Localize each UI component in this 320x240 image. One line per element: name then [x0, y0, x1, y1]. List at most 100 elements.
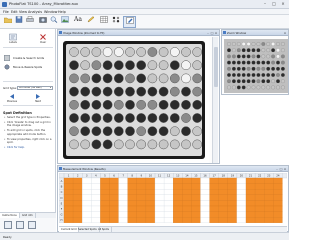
plate-well — [169, 139, 180, 150]
save-button[interactable] — [14, 16, 24, 28]
overview-well — [236, 85, 241, 90]
table-cell — [236, 205, 247, 212]
zoom-icon — [50, 16, 58, 23]
overview-well — [227, 60, 231, 65]
table-cell — [236, 194, 247, 201]
measurement-table[interactable]: 1 2 3 4 5 6 7 8 9 10 11 12 13 14 15 16 17 18 19 20 21 22 23 24 A… — [59, 173, 287, 225]
table-cell — [118, 205, 128, 212]
close-icon[interactable]: × — [283, 30, 287, 36]
edit-image-button[interactable] — [123, 16, 136, 28]
table-cell — [82, 217, 92, 223]
left-panel: Labels Clear Create & Search Grids Move … — [0, 29, 56, 232]
spot-icon — [112, 16, 120, 23]
view-chart-icon[interactable] — [28, 221, 36, 229]
overview-well — [251, 60, 256, 65]
annotate-button[interactable] — [86, 16, 96, 28]
table-cell — [109, 183, 119, 190]
plate-well — [147, 86, 158, 97]
table-cell — [127, 194, 137, 201]
open-folder-icon — [4, 17, 12, 23]
table-cell — [173, 200, 183, 207]
plate-well — [136, 73, 147, 84]
column-header-label: 10 — [149, 174, 153, 178]
plate-well — [69, 60, 79, 71]
table-cell — [264, 217, 274, 223]
close-icon[interactable]: × — [214, 30, 218, 36]
plate-well — [158, 73, 169, 84]
table-cell — [127, 189, 137, 195]
table-cell — [191, 200, 201, 207]
close-button[interactable]: × — [279, 1, 287, 7]
table-cell — [218, 211, 228, 218]
zoom-button[interactable] — [49, 16, 59, 28]
plate-well — [136, 113, 147, 123]
table-cell — [254, 205, 265, 212]
labels-button[interactable]: Labels — [6, 33, 20, 44]
table-cell — [91, 177, 101, 184]
table-cell — [182, 200, 192, 207]
help-link[interactable]: Click for help. — [3, 146, 53, 150]
plate-well — [147, 47, 158, 57]
plate-well — [192, 47, 203, 57]
divider — [3, 81, 53, 82]
grid-type-select[interactable]: Microtiter (96 well) ▾ — [17, 86, 53, 90]
open-button[interactable] — [3, 16, 13, 28]
overview-well — [231, 42, 236, 46]
next-button[interactable]: Next — [30, 93, 46, 103]
image-button[interactable] — [60, 16, 70, 28]
table-cell — [191, 183, 201, 190]
plate-well — [169, 126, 180, 137]
view-table-icon[interactable] — [16, 221, 24, 229]
plate-well — [80, 60, 91, 71]
plate-well — [91, 47, 102, 57]
text-button[interactable]: Aa — [72, 16, 84, 28]
table-cell — [264, 189, 274, 195]
table-cell — [173, 211, 183, 218]
minimize-button[interactable]: – — [261, 1, 269, 7]
overview-well — [256, 42, 261, 46]
next-icon — [36, 94, 40, 99]
table-cell — [127, 211, 137, 218]
view-list-icon[interactable] — [4, 221, 12, 229]
plate-well — [80, 47, 91, 57]
column-header-label: 17 — [212, 174, 216, 178]
table-cell — [136, 200, 147, 207]
close-icon[interactable]: × — [283, 166, 287, 172]
grid-button[interactable] — [99, 16, 109, 28]
overview-well — [227, 73, 231, 77]
overview-well — [241, 73, 246, 77]
previous-button[interactable]: Previous — [4, 93, 20, 103]
image-scrollbar[interactable] — [212, 37, 218, 163]
capture-button[interactable] — [38, 16, 48, 28]
plate-well — [158, 86, 169, 97]
clear-button[interactable]: Clear — [36, 33, 50, 44]
table-cell — [118, 200, 128, 207]
table-cell — [254, 183, 265, 190]
plate-well — [147, 73, 158, 84]
table-cell — [154, 194, 165, 201]
maximize-button[interactable]: □ — [270, 1, 278, 7]
table-cell — [154, 200, 165, 207]
overview-well — [281, 85, 285, 90]
help-item: To add grid or spots, click the appropri… — [3, 129, 53, 136]
plate-well — [91, 126, 102, 137]
table-cell — [127, 205, 137, 212]
overview-plate — [224, 39, 288, 93]
table-cell — [145, 217, 156, 223]
table-cell — [63, 194, 74, 201]
table-cell — [118, 183, 128, 190]
overview-well — [227, 54, 231, 59]
table-cell — [82, 177, 92, 184]
image-canvas[interactable] — [59, 37, 209, 163]
overview-well — [227, 79, 231, 84]
spot-button[interactable] — [111, 16, 121, 28]
overview-well — [266, 79, 271, 84]
overview-well — [231, 60, 236, 65]
column-header-row — [59, 173, 287, 179]
grid-type-value: Microtiter (96 well) — [19, 86, 42, 89]
scrollbar-thumb[interactable] — [214, 47, 218, 87]
table-cell — [182, 205, 192, 212]
measurement-window: Measurement Window (Results) – □ × 12345… — [57, 165, 289, 233]
print-button[interactable] — [25, 16, 35, 28]
plate-well — [80, 99, 91, 110]
